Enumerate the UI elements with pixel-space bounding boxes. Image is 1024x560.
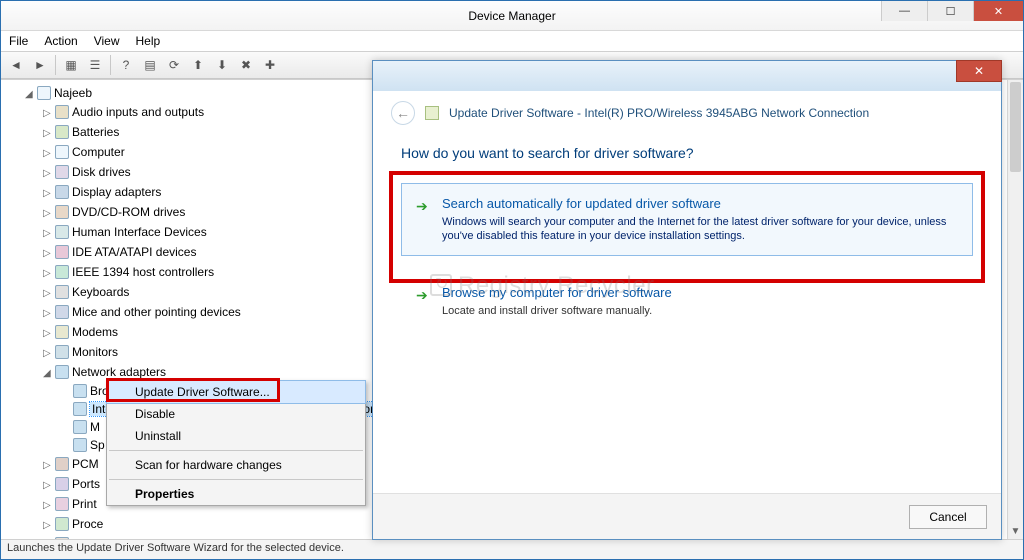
- audio-icon: [55, 105, 69, 119]
- menu-help[interactable]: Help: [136, 34, 161, 48]
- mouse-icon: [55, 305, 69, 319]
- maximize-button[interactable]: ☐: [927, 1, 973, 21]
- ctx-properties[interactable]: Properties: [107, 483, 365, 505]
- display-icon: [55, 185, 69, 199]
- titlebar: Device Manager — ☐ ✕: [1, 1, 1023, 31]
- nic-icon: [73, 438, 87, 452]
- window-title: Device Manager: [468, 9, 555, 23]
- help-topics-icon[interactable]: ☰: [84, 54, 106, 76]
- smartcard-icon: [55, 537, 69, 539]
- ctx-disable[interactable]: Disable: [107, 403, 365, 425]
- battery-icon: [55, 125, 69, 139]
- nic-icon: [73, 384, 87, 398]
- vertical-scrollbar[interactable]: ▲ ▼: [1007, 80, 1023, 539]
- ctx-separator: [109, 479, 363, 480]
- minimize-button[interactable]: —: [881, 1, 927, 21]
- cancel-button[interactable]: Cancel: [909, 505, 987, 529]
- hid-icon: [55, 225, 69, 239]
- modem-icon: [55, 325, 69, 339]
- ctx-separator: [109, 450, 363, 451]
- disable-icon[interactable]: ⬇: [211, 54, 233, 76]
- menu-view[interactable]: View: [94, 34, 120, 48]
- printer-icon: [55, 497, 69, 511]
- nic-icon: [73, 402, 87, 416]
- context-menu: Update Driver Software... Disable Uninst…: [106, 380, 366, 506]
- menubar: File Action View Help: [1, 31, 1023, 51]
- driver-icon: [425, 106, 439, 120]
- scrollbar-thumb[interactable]: [1010, 82, 1021, 172]
- firewire-icon: [55, 265, 69, 279]
- forward-icon[interactable]: ►: [29, 54, 51, 76]
- ctx-uninstall[interactable]: Uninstall: [107, 425, 365, 447]
- port-icon: [55, 477, 69, 491]
- option-title: Browse my computer for driver software: [442, 285, 956, 300]
- arrow-icon: ➔: [416, 198, 428, 215]
- dvd-icon: [55, 205, 69, 219]
- ide-icon: [55, 245, 69, 259]
- monitor-icon: [55, 345, 69, 359]
- arrow-icon: ➔: [416, 287, 428, 304]
- dialog-title: Update Driver Software - Intel(R) PRO/Wi…: [449, 106, 869, 120]
- help-icon[interactable]: ?: [115, 54, 137, 76]
- scroll-down-icon[interactable]: ▼: [1008, 523, 1023, 539]
- dialog-close-button[interactable]: ✕: [956, 60, 1002, 82]
- nic-icon: [73, 420, 87, 434]
- disk-icon: [55, 165, 69, 179]
- pcmcia-icon: [55, 457, 69, 471]
- option-desc: Locate and install driver software manua…: [442, 304, 956, 318]
- menu-file[interactable]: File: [9, 34, 28, 48]
- dialog-body: How do you want to search for driver sof…: [373, 131, 1001, 493]
- dialog-footer: Cancel: [373, 493, 1001, 539]
- network-icon: [55, 365, 69, 379]
- menu-action[interactable]: Action: [44, 34, 77, 48]
- add-legacy-icon[interactable]: ✚: [259, 54, 281, 76]
- dialog-titlebar: ✕: [373, 61, 1001, 91]
- status-bar: Launches the Update Driver Software Wiza…: [1, 539, 1023, 559]
- uninstall-icon[interactable]: ✖: [235, 54, 257, 76]
- back-icon[interactable]: ←: [391, 101, 415, 125]
- keyboard-icon: [55, 285, 69, 299]
- back-icon[interactable]: ◄: [5, 54, 27, 76]
- option-browse-computer[interactable]: ➔ Browse my computer for driver software…: [401, 272, 973, 331]
- scan-icon[interactable]: ⟳: [163, 54, 185, 76]
- computer-icon: [55, 145, 69, 159]
- dialog-header: ← Update Driver Software - Intel(R) PRO/…: [373, 91, 1001, 131]
- properties-icon[interactable]: ▤: [139, 54, 161, 76]
- window-controls: — ☐ ✕: [881, 1, 1023, 21]
- close-button[interactable]: ✕: [973, 1, 1023, 21]
- option-desc: Windows will search your computer and th…: [442, 215, 956, 243]
- computer-icon: [37, 86, 51, 100]
- ctx-scan[interactable]: Scan for hardware changes: [107, 454, 365, 476]
- option-search-automatically[interactable]: ➔ Search automatically for updated drive…: [401, 183, 973, 256]
- update-driver-icon[interactable]: ⬆: [187, 54, 209, 76]
- dialog-question: How do you want to search for driver sof…: [401, 145, 973, 161]
- update-driver-dialog: ✕ ← Update Driver Software - Intel(R) PR…: [372, 60, 1002, 540]
- option-title: Search automatically for updated driver …: [442, 196, 956, 211]
- ctx-update-driver[interactable]: Update Driver Software...: [106, 380, 366, 404]
- show-hide-tree-icon[interactable]: ▦: [60, 54, 82, 76]
- processor-icon: [55, 517, 69, 531]
